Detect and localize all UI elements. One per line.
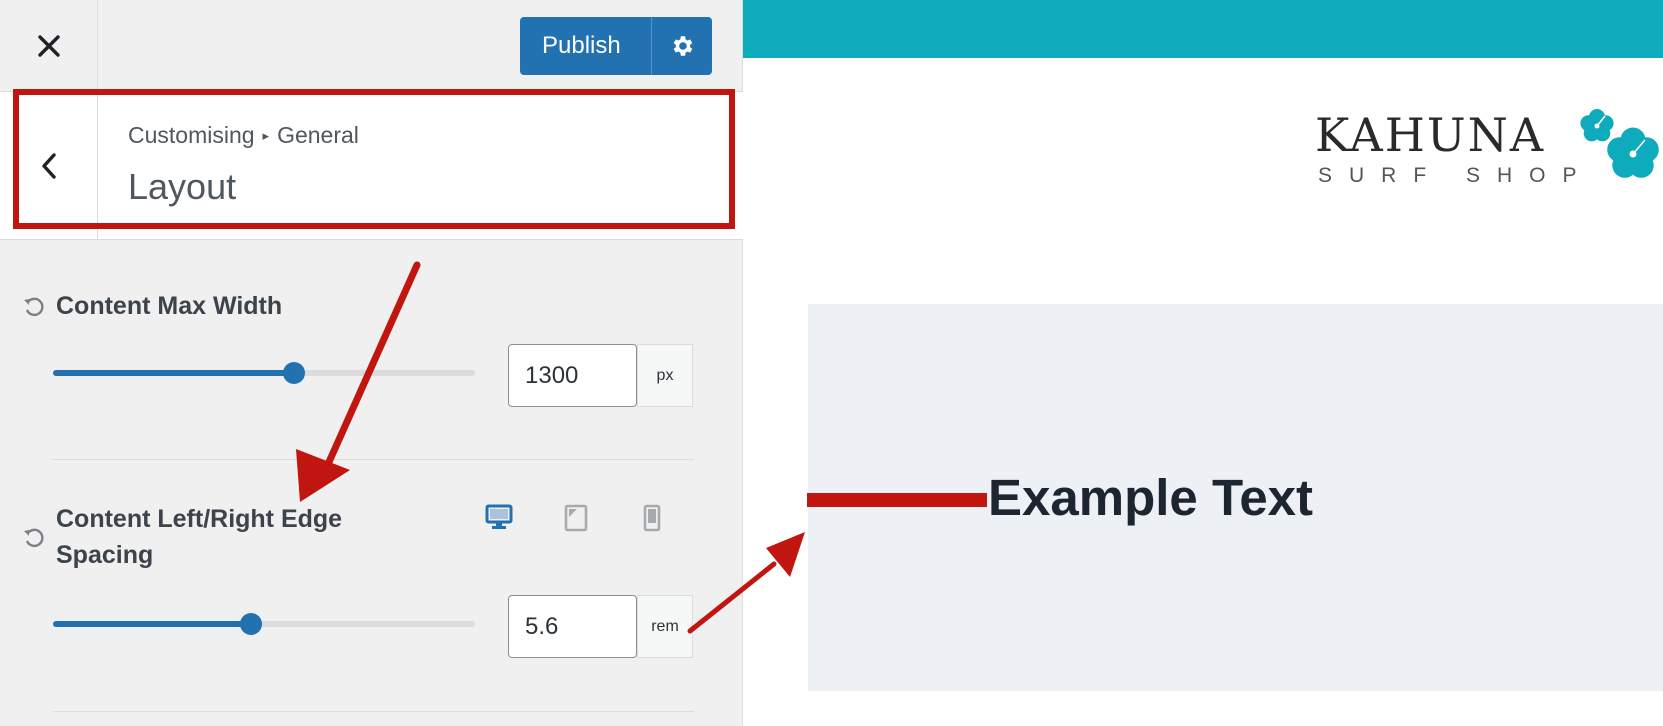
chevron-left-icon (41, 152, 56, 179)
publish-button[interactable]: Publish (520, 17, 712, 75)
site-top-bar (743, 0, 1663, 58)
hibiscus-icon (1580, 109, 1659, 178)
edge-spacing-slider-fill (53, 621, 252, 627)
breadcrumb-current: General (277, 122, 359, 148)
customizer-sidebar: Publish Customising ▸ General Layout Conte… (0, 0, 743, 726)
content-max-width-slider-fill (53, 370, 294, 376)
content-max-width-input[interactable] (508, 344, 637, 407)
content-max-width-slider-thumb[interactable] (282, 362, 305, 384)
customizer-topbar: Publish (0, 0, 743, 92)
gear-icon (673, 36, 693, 56)
publish-label: Publish (542, 32, 621, 59)
reset-icon[interactable] (22, 526, 46, 550)
control-divider (53, 459, 694, 460)
edge-spacing-unit[interactable]: rem (637, 595, 693, 658)
edge-spacing-label: Content Left/Right Edge Spacing (56, 505, 343, 569)
close-icon (37, 34, 60, 57)
mobile-icon[interactable] (641, 504, 663, 532)
edge-spacing-slider-thumb[interactable] (240, 613, 263, 635)
example-text: Example Text (988, 469, 1314, 526)
breadcrumb: Customising ▸ General (128, 122, 359, 149)
back-button[interactable] (0, 92, 98, 239)
control-divider (53, 711, 694, 712)
reset-icon[interactable] (22, 295, 46, 319)
logo-name: KAHUNA (1315, 108, 1546, 162)
section-header: Customising ▸ General Layout (0, 92, 743, 240)
close-customizer-button[interactable] (0, 0, 98, 91)
desktop-icon[interactable] (484, 502, 514, 532)
breadcrumb-separator: ▸ (262, 128, 270, 143)
site-logo[interactable]: KAHUNA SURF SHOP (1315, 108, 1663, 198)
content-max-width-unit[interactable]: px (637, 344, 693, 407)
publish-settings-button[interactable] (652, 33, 712, 59)
edge-spacing-slider[interactable] (53, 613, 475, 635)
breadcrumb-parent: Customising (128, 122, 255, 148)
edge-spacing-input[interactable] (508, 595, 637, 658)
content-max-width-label: Content Max Width (56, 292, 283, 320)
logo-tagline: SURF SHOP (1318, 164, 1594, 187)
site-preview: KAHUNA SURF SHOP Example Text (743, 0, 1663, 726)
content-max-width-slider[interactable] (53, 362, 475, 384)
tablet-icon[interactable] (563, 504, 589, 532)
section-title: Layout (128, 166, 237, 207)
